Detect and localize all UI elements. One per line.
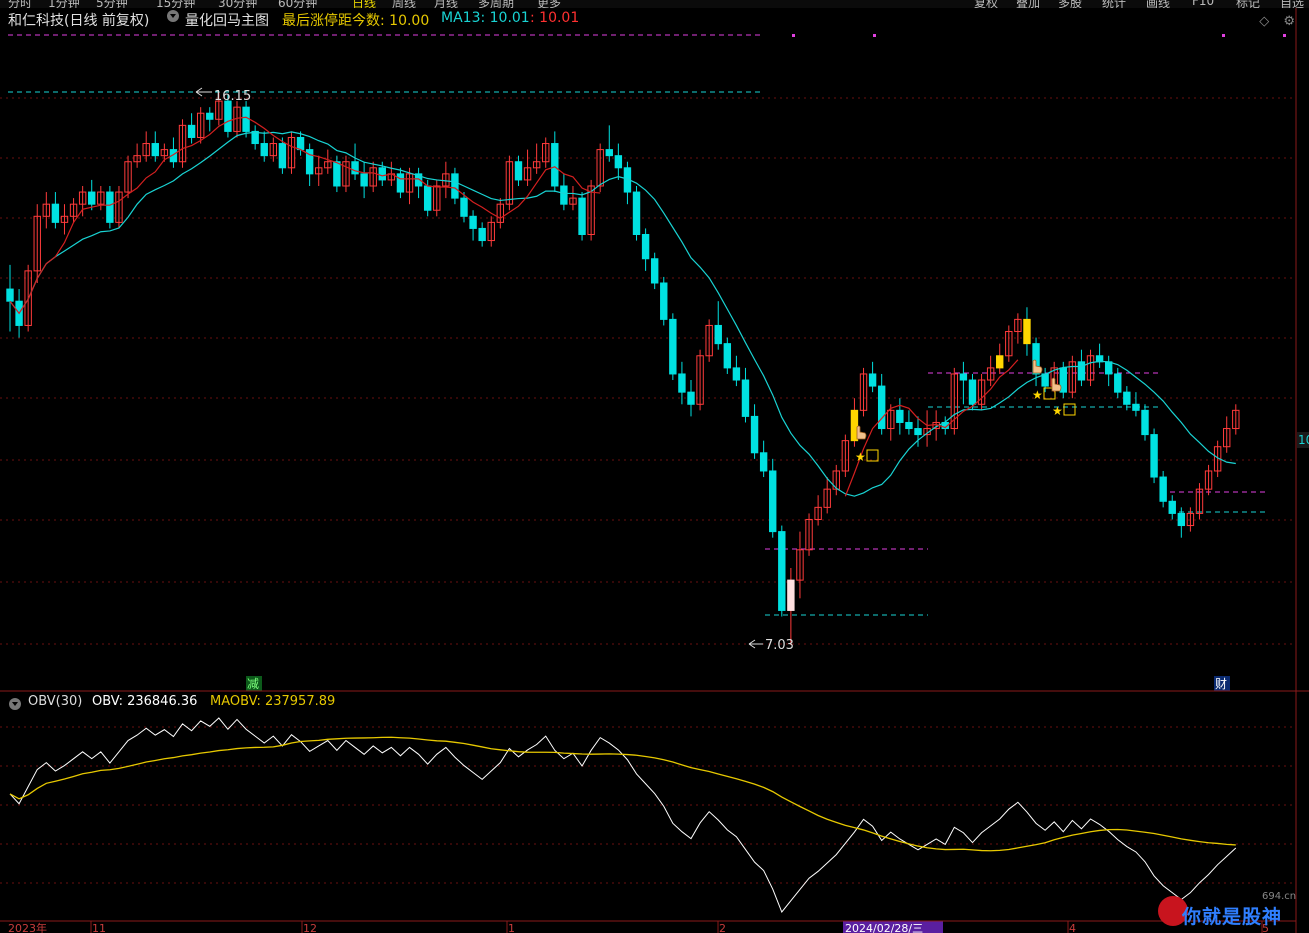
candle-body [660, 282, 668, 320]
trend-line [9, 116, 601, 315]
x-axis-label: 2024/02/28/三 [845, 922, 923, 933]
signal-box-icon [866, 449, 879, 462]
candle-body [769, 470, 777, 533]
star-icon: ★ [1052, 404, 1063, 418]
candle-body [469, 215, 477, 229]
candle-body [6, 288, 14, 302]
candle-body [1077, 361, 1086, 381]
top-marker [1283, 34, 1286, 37]
candle-body [905, 421, 913, 430]
maobv-line [9, 736, 1236, 852]
top-marker [792, 34, 795, 37]
candle-body [732, 367, 741, 381]
candle-body [741, 379, 750, 417]
candle-body [451, 173, 459, 199]
candle-body [968, 379, 977, 405]
candle-body [396, 173, 405, 193]
candle-body [678, 373, 686, 393]
candle-body [514, 161, 523, 181]
candle-body [187, 124, 196, 138]
candle-body [224, 100, 232, 132]
left-arrow-icon [195, 87, 212, 97]
watermark-url: 694.cn [1262, 891, 1297, 902]
candle-body [360, 173, 368, 187]
candle-body [1177, 512, 1186, 527]
watermark-text: 你就是股神 [1182, 906, 1283, 928]
candle-body [1104, 361, 1113, 375]
candle-body [1141, 409, 1149, 436]
candle-body [896, 409, 904, 423]
signal-box-icon [1063, 403, 1076, 416]
candle-body [460, 197, 468, 217]
ma13-line [9, 131, 1236, 497]
x-axis-label: 4 [1069, 922, 1076, 933]
candle-body [687, 391, 695, 405]
x-axis-label: 11 [92, 922, 106, 933]
candle-body [351, 161, 359, 175]
candle-body [650, 258, 659, 284]
candle-body [333, 161, 341, 187]
left-arrow-icon [748, 639, 763, 649]
candle-body [578, 197, 586, 235]
hand-pointer-icon [856, 425, 867, 440]
candle-body [959, 373, 968, 381]
candle-body [1114, 373, 1122, 393]
candle-body [560, 185, 568, 205]
candle-body [260, 143, 268, 157]
x-axis-label: 2 [719, 922, 726, 933]
candle-body [51, 203, 60, 223]
candle-body [632, 191, 641, 235]
candle-body [551, 143, 559, 187]
candle-body [759, 452, 768, 472]
candle-body [251, 130, 259, 145]
candle-body [614, 155, 623, 169]
candle-body [996, 355, 1004, 369]
candle-body [669, 318, 677, 375]
watermark: 你就是股神 694.cn [1158, 890, 1308, 933]
x-axis-label: 12 [303, 922, 317, 933]
candle-body [605, 149, 613, 157]
candle-body [1159, 476, 1167, 502]
candle-body [778, 531, 786, 611]
candle-body [1168, 500, 1176, 514]
candle-body [478, 227, 486, 242]
candle-body [868, 373, 877, 387]
candle-body [296, 136, 305, 151]
candle-body [877, 385, 886, 430]
candle-body [1132, 403, 1140, 411]
price-tag-text: 10 [1298, 433, 1309, 447]
x-axis-label: 2023年 [8, 921, 47, 933]
candle-body [641, 233, 650, 260]
candle-body [106, 191, 114, 223]
candle-body [1123, 391, 1131, 405]
candle-body [1150, 434, 1158, 478]
high-price-label: 16.15 [214, 89, 251, 104]
star-icon: ★ [855, 450, 866, 464]
candle-body [714, 324, 722, 345]
star-icon: ★ [1032, 388, 1043, 402]
candle-body [723, 343, 732, 369]
candle-body [1023, 318, 1031, 345]
event-reduce-text: 减 [247, 677, 259, 691]
top-marker [1222, 34, 1225, 37]
candle-body [242, 106, 250, 132]
candle-body [750, 415, 759, 454]
x-axis-label: 1 [508, 922, 515, 933]
candle-body [88, 191, 96, 205]
top-marker [873, 34, 876, 37]
stock-chart[interactable]: ★★★ 16.157.03减财102023年1112122024/02/28/三… [0, 0, 1309, 933]
candle-body [914, 428, 922, 436]
low-price-label: 7.03 [765, 638, 794, 653]
candle-body [378, 167, 386, 181]
candle-body [278, 143, 287, 169]
candle-body [423, 185, 432, 211]
event-finance-text: 财 [1215, 677, 1227, 691]
candle-body [206, 112, 214, 120]
candle-body [151, 143, 159, 157]
candle-body [787, 579, 795, 611]
